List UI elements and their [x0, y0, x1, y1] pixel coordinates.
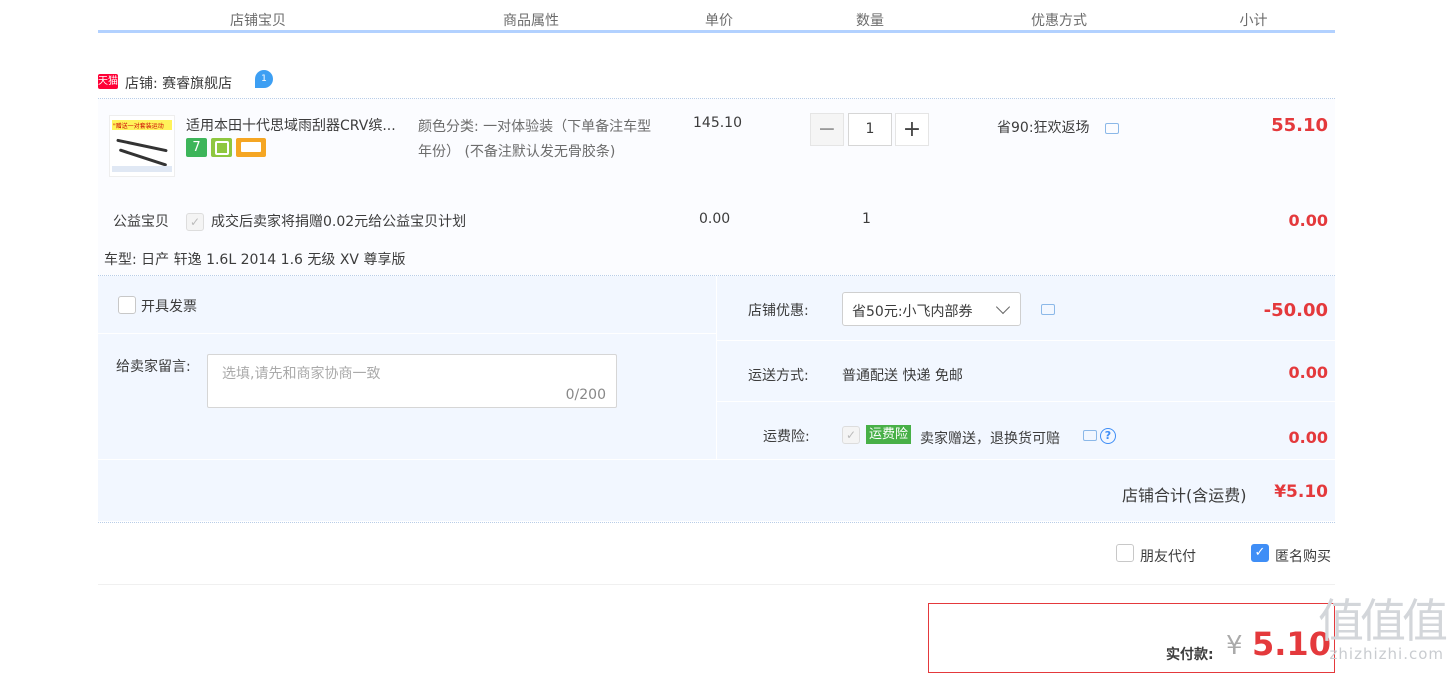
options-right-divider-2	[717, 401, 1335, 402]
charity-subtotal: 0.00	[1288, 211, 1328, 230]
invoice-label[interactable]: 开具发票	[141, 296, 197, 316]
charity-price: 0.00	[699, 211, 731, 227]
coupon-selected-value: 省50元:小飞内部券	[852, 304, 973, 320]
header-col-price: 单价	[705, 13, 733, 29]
shipping-amount: 0.00	[1288, 363, 1328, 382]
item-props: 颜色分类: 一对体验装（下单备注车型年份） (不备注默认发无骨胶条)	[418, 119, 652, 160]
product-thumbnail[interactable]: "赠送一对套装运动	[109, 115, 175, 177]
quantity-minus-button[interactable]: −	[810, 113, 844, 146]
quantity-plus-button[interactable]: +	[895, 113, 929, 146]
insurance-label: 运费险:	[763, 429, 810, 445]
friend-pay-checkbox[interactable]	[1116, 544, 1134, 562]
item-title-link[interactable]: 适用本田十代思域雨刮器CRV缤...	[186, 115, 416, 135]
shop-total-label: 店铺合计(含运费)	[1122, 486, 1247, 505]
shipping-value: 普通配送 快递 免邮	[842, 368, 963, 384]
help-question-icon[interactable]: ?	[1100, 428, 1116, 444]
charity-quantity: 1	[862, 211, 871, 227]
header-col-discount: 优惠方式	[1031, 13, 1087, 29]
shipping-label: 运送方式:	[748, 368, 809, 384]
quantity-input[interactable]: 1	[848, 113, 892, 146]
charity-text: 成交后卖家将捐赠0.02元给公益宝贝计划	[211, 214, 467, 230]
shop-name[interactable]: 店铺: 赛睿旗舰店	[125, 73, 232, 93]
insurance-badge: 运费险	[866, 425, 912, 444]
tmall-badge: 天猫	[98, 74, 118, 89]
anonymous-label[interactable]: 匿名购买	[1275, 546, 1331, 566]
chevron-down-icon	[995, 299, 1011, 315]
insurance-info-icon[interactable]	[1083, 430, 1097, 441]
options-left-divider	[98, 333, 716, 334]
charity-checkbox: ✓	[186, 213, 204, 231]
wangwang-chat-icon[interactable]: 1	[255, 70, 273, 88]
credit-card-icon	[236, 138, 266, 157]
discount-info-icon[interactable]	[1105, 123, 1119, 134]
payment-currency: ¥	[1226, 631, 1243, 661]
options-bottom-divider	[98, 459, 1335, 460]
options-vertical-divider	[716, 276, 717, 459]
message-counter: 0/200	[565, 387, 606, 403]
footer-divider	[98, 584, 1335, 585]
coupon-info-icon[interactable]	[1041, 304, 1055, 315]
shop-total-value: ¥5.10	[1274, 482, 1328, 502]
insurance-checkbox: ✓	[842, 426, 860, 444]
header-col-props: 商品属性	[503, 13, 559, 29]
header-col-qty: 数量	[856, 13, 884, 29]
vehicle-info: 车型: 日产 轩逸 1.6L 2014 1.6 无级 XV 尊享版	[104, 252, 406, 268]
friend-pay-label[interactable]: 朋友代付	[1140, 546, 1196, 566]
thumbnail-caption: "赠送一对套装运动	[113, 123, 164, 130]
seven-day-return-icon: 7	[186, 138, 207, 157]
item-discount: 省90:狂欢返场	[997, 120, 1090, 136]
insurance-text: 卖家赠送，退换货可赔	[920, 431, 1060, 447]
item-unit-price: 145.10	[693, 115, 742, 131]
options-right-divider-1	[717, 340, 1335, 341]
anonymous-checkbox[interactable]: ✓	[1251, 544, 1269, 562]
invoice-checkbox[interactable]	[118, 296, 136, 314]
insurance-amount: 0.00	[1288, 428, 1328, 447]
payment-label: 实付款:	[1166, 647, 1214, 663]
coupon-select[interactable]: 省50元:小飞内部券	[842, 292, 1021, 326]
quality-guarantee-icon	[211, 138, 232, 157]
site-watermark-url: zhizhizhi.com	[1329, 645, 1444, 663]
seller-message-input[interactable]: 选填,请先和商家协商一致 0/200	[207, 354, 617, 408]
charity-label: 公益宝贝	[113, 214, 169, 230]
header-col-subtotal: 小计	[1239, 13, 1268, 29]
message-placeholder: 选填,请先和商家协商一致	[222, 366, 381, 382]
header-divider	[98, 30, 1335, 33]
message-label: 给卖家留言:	[116, 359, 191, 375]
item-subtotal: 55.10	[1271, 115, 1328, 136]
header-col-shop-item: 店铺宝贝	[230, 13, 286, 29]
coupon-label: 店铺优惠:	[748, 303, 809, 319]
options-end-divider	[98, 522, 1335, 523]
coupon-amount: -50.00	[1263, 300, 1328, 321]
site-watermark-logo: 值值值	[1318, 594, 1448, 648]
